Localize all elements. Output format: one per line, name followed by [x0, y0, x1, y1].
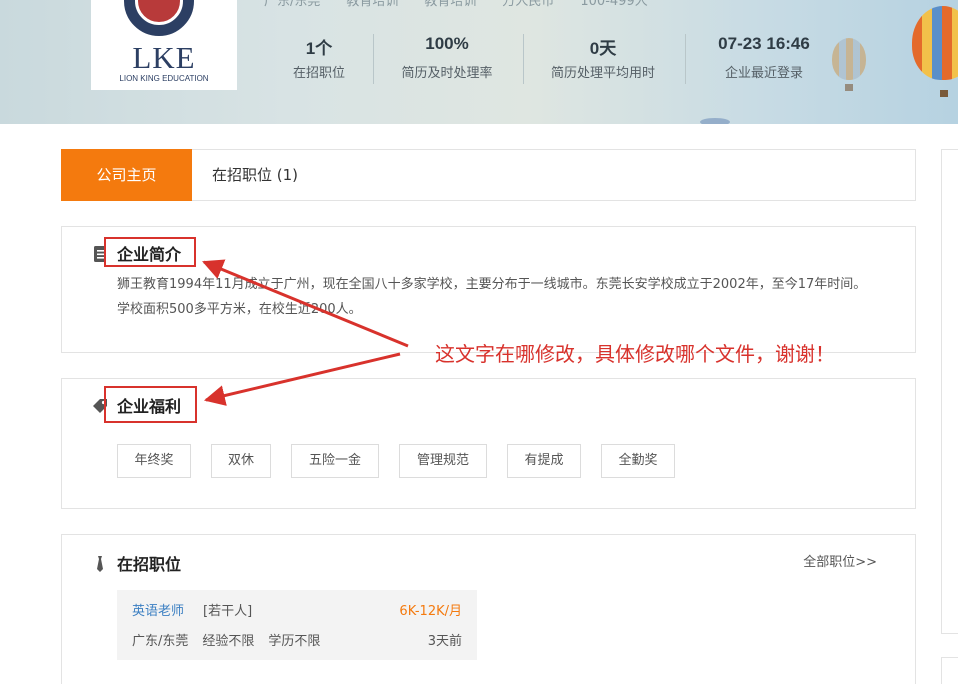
company-banner: 1994 LKE LION KING EDUCATION 广东/东莞 教育培训 …	[0, 0, 958, 124]
company-benefits-card: 企业福利 年终奖 双休 五险一金 管理规范 有提成 全勤奖	[61, 378, 916, 509]
logo-subtitle: LION KING EDUCATION	[119, 74, 209, 83]
company-intro-card: 企业简介 狮王教育1994年11月成立于广州，现在全国八十多家学校，主要分布于一…	[61, 226, 916, 353]
tie-icon	[97, 556, 103, 572]
benefit-tag: 有提成	[507, 444, 581, 478]
benefit-tag: 管理规范	[399, 444, 487, 478]
benefit-tag: 年终奖	[117, 444, 191, 478]
job-requirements: 广东/东莞 经验不限 学历不限	[132, 630, 334, 649]
side-panel	[941, 149, 958, 634]
stat-divider	[685, 34, 686, 84]
stat-processing-time: 0天 简历处理平均用时	[550, 39, 655, 81]
balloon-decoration-small	[700, 118, 730, 124]
highlight-box	[104, 237, 196, 267]
stat-divider	[523, 34, 524, 84]
job-salary: 6K-12K/月	[399, 604, 462, 619]
hot-air-balloon-decoration	[912, 6, 958, 80]
balloon-basket-decoration	[940, 90, 948, 97]
company-tabs: 公司主页 在招职位 (1)	[61, 149, 916, 201]
all-positions-link[interactable]: 全部职位>>	[803, 551, 877, 570]
intro-text: 狮王教育1994年11月成立于广州，现在全国八十多家学校，主要分布于一线城市。东…	[117, 277, 867, 317]
company-logo: 1994 LKE LION KING EDUCATION	[91, 0, 237, 90]
job-headcount: [若干人]	[203, 604, 253, 619]
tab-open-positions[interactable]: 在招职位 (1)	[212, 149, 352, 201]
stat-response-rate: 100% 简历及时处理率	[401, 34, 493, 81]
stat-last-login: 07-23 16:46 企业最近登录	[718, 34, 810, 81]
annotation-text: 这文字在哪修改，具体修改哪个文件，谢谢！	[435, 342, 835, 366]
benefit-tag: 双休	[211, 444, 271, 478]
job-item[interactable]: 英语老师 [若干人] 6K-12K/月 广东/东莞 经验不限 学历不限 3天前	[117, 590, 477, 660]
job-posted-time: 3天前	[427, 634, 462, 649]
job-education: 学历不限	[268, 634, 321, 649]
benefit-tag: 五险一金	[291, 444, 379, 478]
jobs-title: 在招职位	[117, 555, 182, 574]
company-meta-line: 广东/东莞 教育培训 教育培训 万人民币 100-499人	[264, 0, 648, 9]
open-positions-card: 在招职位 全部职位>> 英语老师 [若干人] 6K-12K/月 广东/东莞 经验不…	[61, 534, 916, 684]
job-location: 广东/东莞	[132, 634, 189, 649]
logo-mark: LKE	[132, 40, 196, 75]
benefit-tag: 全勤奖	[601, 444, 675, 478]
job-experience: 经验不限	[202, 634, 255, 649]
balloon-basket-decoration	[845, 84, 853, 91]
tab-company-home[interactable]: 公司主页	[61, 149, 192, 201]
highlight-box	[104, 386, 197, 423]
side-panel-lower	[941, 657, 958, 684]
logo-seal-icon: 1994	[124, 0, 194, 36]
job-title-link[interactable]: 英语老师	[132, 600, 184, 619]
